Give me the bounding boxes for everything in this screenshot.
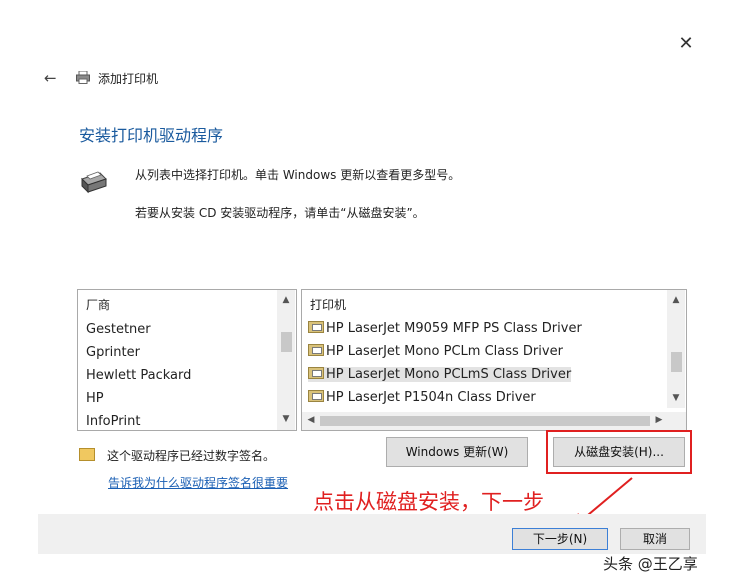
watermark: 头条 @王乙享 [603,555,698,573]
next-button[interactable]: 下一步(N) [512,528,608,550]
cancel-button[interactable]: 取消 [620,528,690,550]
annotation-arrow [572,477,633,528]
